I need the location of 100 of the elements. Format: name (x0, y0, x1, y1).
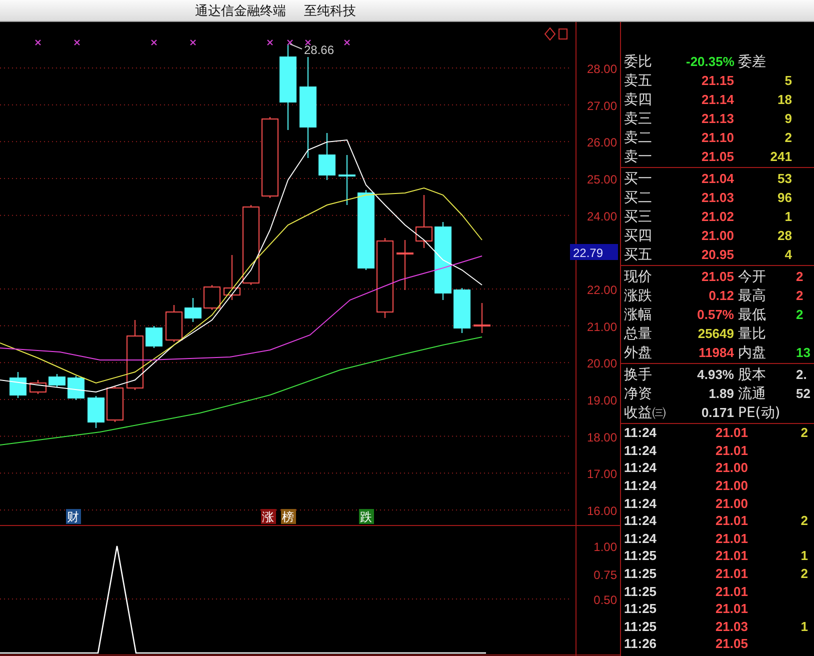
cross-marker (150, 39, 158, 46)
field-label: 最高 (738, 286, 767, 304)
field-label: 外盘 (624, 344, 653, 362)
cross-marker (344, 39, 350, 46)
axis-label: 21.00 (586, 320, 617, 334)
order-level-label: 买三 (624, 208, 653, 226)
field-value: -20.35% (686, 54, 734, 69)
high-price-label: 28.66 (290, 43, 334, 57)
candlestick (68, 376, 84, 400)
tick-time: 11:24 (624, 478, 658, 494)
axis-label: 18.00 (586, 430, 617, 444)
tick-price: 21.01 (714, 548, 748, 564)
tick-price: 21.03 (714, 618, 748, 634)
field-value: 2. (796, 367, 808, 382)
candlestick (106, 386, 124, 422)
tick-time: 11:25 (624, 601, 658, 616)
order-price: 21.15 (700, 73, 734, 88)
field-value: 2 (796, 269, 804, 284)
order-level-label: 卖一 (624, 148, 653, 166)
candlestick (454, 288, 470, 334)
field-value: 0.171 (700, 405, 734, 420)
field-value: 0.57% (696, 307, 734, 322)
candlestick (146, 326, 162, 348)
field-value: 1.89 (708, 386, 734, 401)
field-label: 流通 (738, 384, 767, 402)
field-label: 净资 (624, 384, 653, 402)
order-volume: 28 (776, 228, 792, 243)
axis-label: 0.75 (594, 568, 617, 582)
candlestick (184, 298, 202, 322)
order-level-label: 卖五 (624, 72, 653, 90)
tick-time: 11:24 (624, 425, 658, 440)
order-volume: 96 (776, 190, 792, 205)
axis-label: 0.50 (594, 593, 617, 607)
order-price: 21.05 (700, 149, 734, 164)
axis-label: 28.00 (586, 62, 617, 76)
candlestick (204, 284, 220, 310)
order-volume: 18 (776, 92, 792, 107)
order-level-label: 卖二 (624, 128, 653, 146)
tick-price: 21.01 (714, 530, 748, 546)
axis-label: 1.00 (594, 540, 617, 554)
event-badge[interactable]: 涨 (261, 509, 276, 524)
order-level-label: 买五 (624, 246, 653, 264)
candlestick (318, 132, 336, 180)
order-price: 21.04 (700, 171, 734, 186)
candlestick (166, 304, 182, 342)
tick-price: 21.01 (714, 513, 748, 528)
axis-label: 19.00 (586, 393, 617, 408)
tick-time: 11:25 (624, 566, 658, 582)
order-volume: 53 (776, 171, 792, 186)
panel-toggle-icon[interactable] (558, 28, 568, 40)
window-title: 通达信金融终端 (195, 2, 286, 20)
tick-price: 21.00 (714, 460, 748, 476)
axis-label: 17.00 (586, 467, 617, 482)
axis-label: 27.00 (586, 98, 617, 113)
tick-time: 11:24 (624, 460, 658, 476)
cross-marker (266, 39, 274, 46)
field-value: 4.93% (696, 367, 734, 382)
order-volume: 9 (784, 111, 792, 126)
candlestick (30, 380, 46, 394)
order-price: 21.10 (700, 130, 734, 145)
tick-price: 21.01 (714, 584, 748, 599)
order-level-label: 买四 (624, 226, 653, 244)
tick-volume: 2 (800, 566, 808, 582)
order-level-label: 卖三 (624, 110, 653, 128)
order-level-label: 买一 (624, 170, 653, 188)
cross-marker (190, 39, 196, 46)
candlestick (224, 254, 240, 300)
event-badge[interactable]: 财 (66, 509, 81, 524)
tick-volume: 1 (800, 618, 808, 634)
diamond-icon (544, 27, 556, 41)
event-badge[interactable]: 跌 (359, 509, 374, 524)
order-level-label: 买二 (624, 188, 653, 206)
tick-price: 21.00 (714, 496, 748, 511)
tick-price: 21.00 (714, 478, 748, 494)
field-value: 52 (796, 386, 812, 401)
order-price: 21.14 (700, 92, 734, 107)
tick-time: 11:24 (624, 442, 658, 458)
cross-marker (34, 39, 42, 46)
axis-label: 26.00 (586, 136, 617, 150)
field-label: 最低 (738, 306, 767, 324)
tick-time: 11:25 (624, 618, 658, 634)
tick-price: 21.05 (714, 636, 748, 652)
field-value: 0.12 (708, 288, 734, 303)
window-subtitle: 至纯科技 (304, 2, 356, 20)
field-label: PE(动) (738, 404, 782, 422)
axis-label: 25.00 (586, 172, 617, 186)
order-volume: 241 (769, 149, 792, 164)
axis-label: 20.00 (586, 356, 617, 371)
event-badge[interactable]: 榜 (281, 509, 296, 524)
order-price: 21.13 (700, 111, 734, 126)
tick-volume: 1 (800, 548, 808, 564)
tick-price: 21.01 (714, 601, 748, 616)
field-value: 21.05 (700, 269, 734, 284)
order-price: 20.95 (700, 247, 734, 262)
order-volume: 4 (784, 247, 792, 262)
field-label: 股本 (738, 366, 767, 384)
tick-time: 11:25 (624, 548, 658, 564)
field-label: 总量 (624, 324, 653, 342)
order-volume: 5 (784, 73, 792, 88)
candlestick (48, 374, 66, 388)
